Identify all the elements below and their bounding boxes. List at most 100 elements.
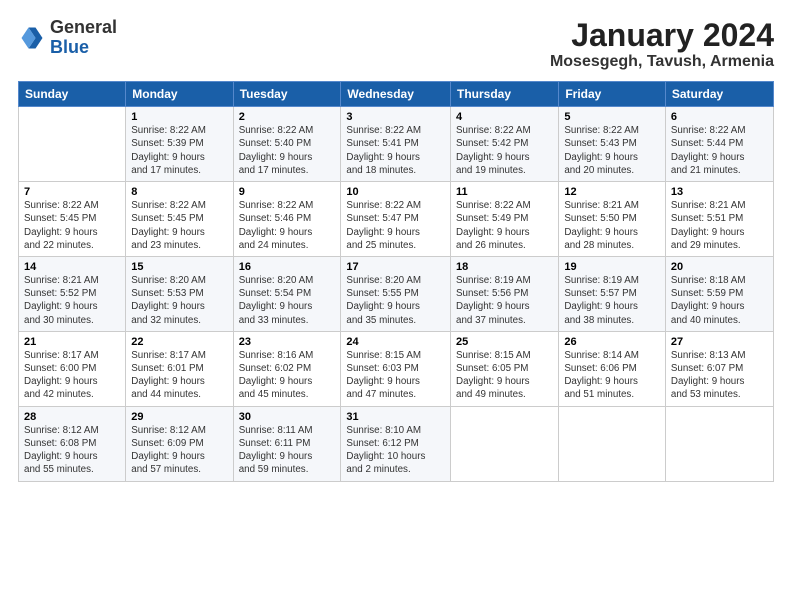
title-block: January 2024 Mosesgegh, Tavush, Armenia [550,18,774,71]
day-number: 19 [564,261,660,273]
day-cell: 22Sunrise: 8:17 AMSunset: 6:01 PMDayligh… [126,331,233,406]
day-number: 15 [131,261,227,273]
day-info: Sunrise: 8:16 AMSunset: 6:02 PMDaylight:… [239,349,336,402]
day-info: Sunrise: 8:22 AMSunset: 5:42 PMDaylight:… [456,124,553,177]
day-number: 28 [24,411,120,423]
day-number: 11 [456,186,553,198]
col-header-friday: Friday [559,82,666,107]
day-number: 26 [564,336,660,348]
day-info: Sunrise: 8:18 AMSunset: 5:59 PMDaylight:… [671,274,768,327]
day-cell [665,406,773,481]
col-header-wednesday: Wednesday [341,82,451,107]
day-cell: 8Sunrise: 8:22 AMSunset: 5:45 PMDaylight… [126,182,233,257]
day-number: 10 [346,186,445,198]
day-cell: 12Sunrise: 8:21 AMSunset: 5:50 PMDayligh… [559,182,666,257]
day-number: 1 [131,111,227,123]
day-cell: 21Sunrise: 8:17 AMSunset: 6:00 PMDayligh… [19,331,126,406]
day-number: 5 [564,111,660,123]
week-row-2: 7 Sunrise: 8:22 AMSunset: 5:45 PMDaylight… [19,182,774,257]
day-cell: 30Sunrise: 8:11 AMSunset: 6:11 PMDayligh… [233,406,341,481]
day-info: Sunrise: 8:22 AMSunset: 5:46 PMDaylight:… [239,199,336,252]
day-number: 4 [456,111,553,123]
header-row: SundayMondayTuesdayWednesdayThursdayFrid… [19,82,774,107]
day-number: 8 [131,186,227,198]
week-row-3: 14Sunrise: 8:21 AMSunset: 5:52 PMDayligh… [19,256,774,331]
col-header-monday: Monday [126,82,233,107]
day-cell: 9Sunrise: 8:22 AMSunset: 5:46 PMDaylight… [233,182,341,257]
day-info: Sunrise: 8:22 AMSunset: 5:44 PMDaylight:… [671,124,768,177]
day-info: Sunrise: 8:19 AMSunset: 5:57 PMDaylight:… [564,274,660,327]
day-cell: 4Sunrise: 8:22 AMSunset: 5:42 PMDaylight… [451,107,559,182]
day-number: 30 [239,411,336,423]
day-number: 23 [239,336,336,348]
day-cell: 1Sunrise: 8:22 AMSunset: 5:39 PMDaylight… [126,107,233,182]
logo-icon [18,24,46,52]
day-cell: 23Sunrise: 8:16 AMSunset: 6:02 PMDayligh… [233,331,341,406]
day-info: Sunrise: 8:14 AMSunset: 6:06 PMDaylight:… [564,349,660,402]
day-info: Sunrise: 8:12 AMSunset: 6:09 PMDaylight:… [131,424,227,477]
day-info: Sunrise: 8:13 AMSunset: 6:07 PMDaylight:… [671,349,768,402]
day-info: Sunrise: 8:22 AMSunset: 5:45 PMDaylight:… [131,199,227,252]
day-info: Sunrise: 8:21 AMSunset: 5:51 PMDaylight:… [671,199,768,252]
day-number: 17 [346,261,445,273]
day-info: Sunrise: 8:20 AMSunset: 5:54 PMDaylight:… [239,274,336,327]
col-header-tuesday: Tuesday [233,82,341,107]
day-number: 21 [24,336,120,348]
day-cell: 29Sunrise: 8:12 AMSunset: 6:09 PMDayligh… [126,406,233,481]
day-info: Sunrise: 8:19 AMSunset: 5:56 PMDaylight:… [456,274,553,327]
logo-blue-text: Blue [50,38,117,58]
day-number: 7 [24,186,120,198]
week-row-4: 21Sunrise: 8:17 AMSunset: 6:00 PMDayligh… [19,331,774,406]
day-cell: 2Sunrise: 8:22 AMSunset: 5:40 PMDaylight… [233,107,341,182]
page-subtitle: Mosesgegh, Tavush, Armenia [550,53,774,71]
day-number: 3 [346,111,445,123]
day-number: 22 [131,336,227,348]
day-number: 31 [346,411,445,423]
week-row-5: 28Sunrise: 8:12 AMSunset: 6:08 PMDayligh… [19,406,774,481]
day-cell: 7Sunrise: 8:22 AMSunset: 5:45 PMDaylight… [19,182,126,257]
day-number: 14 [24,261,120,273]
day-cell: 15Sunrise: 8:20 AMSunset: 5:53 PMDayligh… [126,256,233,331]
day-number: 29 [131,411,227,423]
day-cell: 10Sunrise: 8:22 AMSunset: 5:47 PMDayligh… [341,182,451,257]
day-info: Sunrise: 8:22 AMSunset: 5:49 PMDaylight:… [456,199,553,252]
day-cell: 6Sunrise: 8:22 AMSunset: 5:44 PMDaylight… [665,107,773,182]
day-number: 2 [239,111,336,123]
day-info: Sunrise: 8:22 AMSunset: 5:43 PMDaylight:… [564,124,660,177]
calendar-table: SundayMondayTuesdayWednesdayThursdayFrid… [18,81,774,481]
day-cell: 31Sunrise: 8:10 AMSunset: 6:12 PMDayligh… [341,406,451,481]
day-cell: 13Sunrise: 8:21 AMSunset: 5:51 PMDayligh… [665,182,773,257]
day-cell: 17Sunrise: 8:20 AMSunset: 5:55 PMDayligh… [341,256,451,331]
col-header-saturday: Saturday [665,82,773,107]
day-info: Sunrise: 8:22 AMSunset: 5:47 PMDaylight:… [346,199,445,252]
day-number: 25 [456,336,553,348]
day-info: Sunrise: 8:10 AMSunset: 6:12 PMDaylight:… [346,424,445,477]
day-info: Sunrise: 8:11 AMSunset: 6:11 PMDaylight:… [239,424,336,477]
day-number: 13 [671,186,768,198]
day-info: Sunrise: 8:12 AMSunset: 6:08 PMDaylight:… [24,424,120,477]
day-cell: 27Sunrise: 8:13 AMSunset: 6:07 PMDayligh… [665,331,773,406]
day-info: Sunrise: 8:17 AMSunset: 6:00 PMDaylight:… [24,349,120,402]
day-cell: 14Sunrise: 8:21 AMSunset: 5:52 PMDayligh… [19,256,126,331]
week-row-1: 1Sunrise: 8:22 AMSunset: 5:39 PMDaylight… [19,107,774,182]
day-cell: 28Sunrise: 8:12 AMSunset: 6:08 PMDayligh… [19,406,126,481]
logo: General Blue [18,18,117,58]
col-header-thursday: Thursday [451,82,559,107]
day-cell: 25Sunrise: 8:15 AMSunset: 6:05 PMDayligh… [451,331,559,406]
day-number: 9 [239,186,336,198]
day-cell: 11Sunrise: 8:22 AMSunset: 5:49 PMDayligh… [451,182,559,257]
page-title: January 2024 [550,18,774,53]
page-header: General Blue January 2024 Mosesgegh, Tav… [18,18,774,71]
day-info: Sunrise: 8:22 AMSunset: 5:41 PMDaylight:… [346,124,445,177]
day-number: 6 [671,111,768,123]
day-info: Sunrise: 8:20 AMSunset: 5:55 PMDaylight:… [346,274,445,327]
day-info: Sunrise: 8:21 AMSunset: 5:50 PMDaylight:… [564,199,660,252]
day-cell: 5Sunrise: 8:22 AMSunset: 5:43 PMDaylight… [559,107,666,182]
day-number: 12 [564,186,660,198]
day-number: 27 [671,336,768,348]
day-info: Sunrise: 8:15 AMSunset: 6:03 PMDaylight:… [346,349,445,402]
day-cell: 3Sunrise: 8:22 AMSunset: 5:41 PMDaylight… [341,107,451,182]
day-number: 16 [239,261,336,273]
day-cell [559,406,666,481]
day-info: Sunrise: 8:22 AMSunset: 5:39 PMDaylight:… [131,124,227,177]
